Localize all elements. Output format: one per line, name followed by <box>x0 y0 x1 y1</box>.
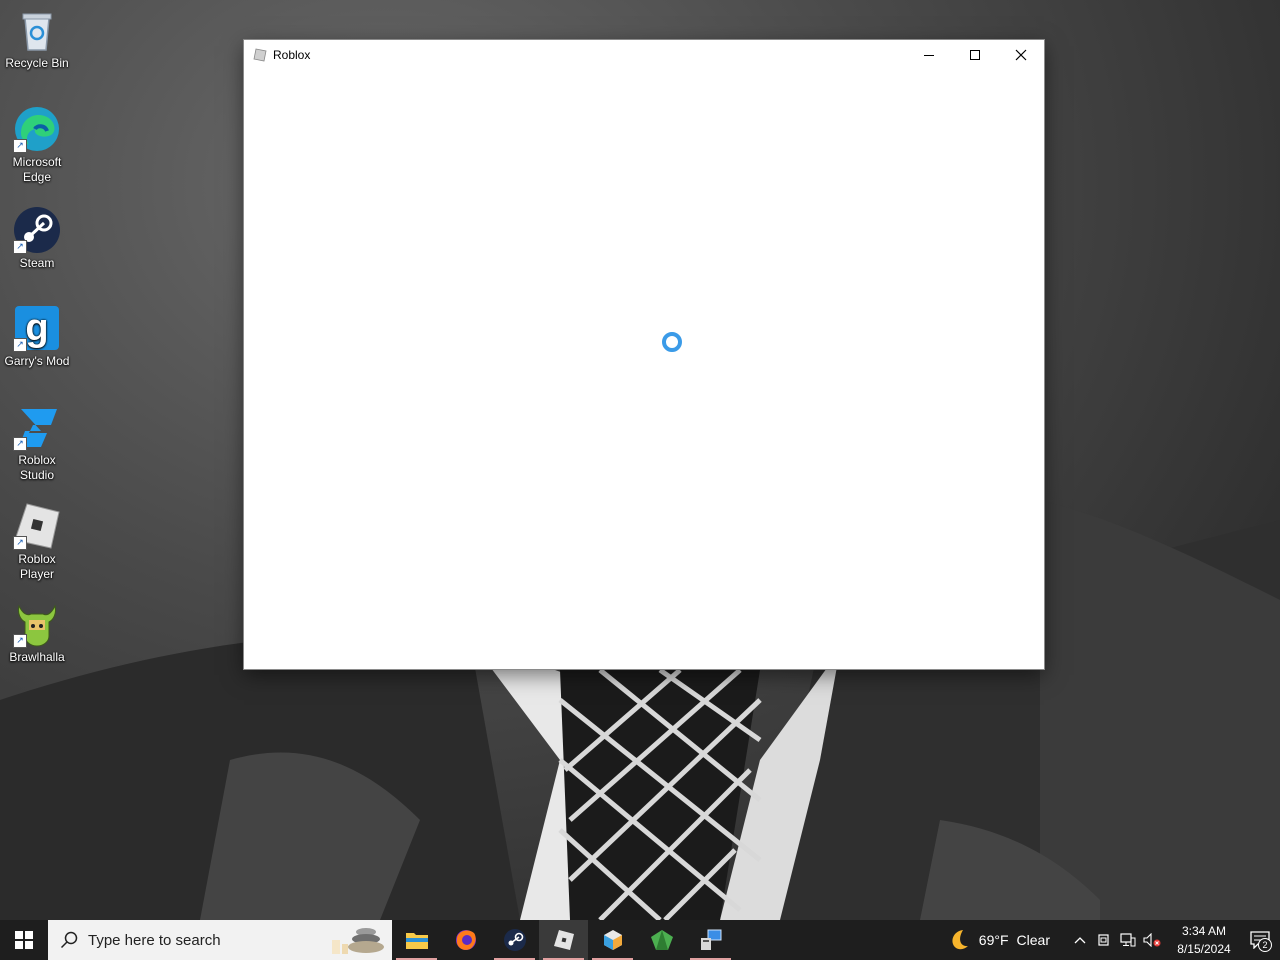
taskbar-clock[interactable]: 3:34 AM 8/15/2024 <box>1168 922 1240 958</box>
steam-icon: ↗ <box>13 206 61 254</box>
shortcut-arrow-icon: ↗ <box>13 437 27 451</box>
taskbar-roblox-player[interactable] <box>539 920 588 960</box>
search-icon <box>60 931 78 949</box>
clock-time: 3:34 AM <box>1181 924 1227 938</box>
weather-temperature: 69°F <box>978 932 1009 948</box>
shortcut-arrow-icon: ↗ <box>13 536 27 550</box>
close-icon <box>1015 49 1027 61</box>
chevron-up-icon <box>1074 937 1086 944</box>
volume-muted-icon <box>1143 933 1161 947</box>
search-highlight-image-icon <box>332 928 384 954</box>
desktop-icon-label: Microsoft Edge <box>12 155 62 184</box>
computer-management-icon <box>700 929 721 950</box>
desktop-icon-roblox-player[interactable]: ↗ Roblox Player <box>2 502 72 582</box>
desktop-icon-garrys-mod[interactable]: g ↗ Garry's Mod <box>2 304 72 369</box>
edge-icon: ↗ <box>13 105 61 153</box>
desktop-icon-label: Brawlhalla <box>9 650 65 664</box>
taskbar-firefox[interactable] <box>441 920 490 960</box>
start-button[interactable] <box>0 920 48 960</box>
clock-date: 8/15/2024 <box>1177 942 1231 956</box>
windows-logo-icon <box>15 931 33 949</box>
green-gem-icon <box>650 930 673 950</box>
device-icon <box>1098 934 1109 946</box>
maximize-button[interactable] <box>952 40 998 70</box>
weather-widget[interactable]: 69°F Clear <box>947 928 1050 952</box>
window-titlebar[interactable]: Roblox <box>244 40 1044 70</box>
tray-device-button[interactable] <box>1092 920 1116 960</box>
cube-app-icon <box>603 930 622 950</box>
shortcut-arrow-icon: ↗ <box>13 338 27 352</box>
desktop-icon-label: Steam <box>19 256 55 270</box>
search-placeholder: Type here to search <box>88 931 221 949</box>
garrys-mod-icon: g ↗ <box>13 304 61 352</box>
loading-spinner-icon <box>662 332 682 352</box>
network-icon <box>1120 933 1136 947</box>
show-hidden-icons-button[interactable] <box>1068 920 1092 960</box>
desktop-icon-label: Roblox Player <box>18 552 56 581</box>
steam-icon <box>503 929 526 951</box>
roblox-player-icon <box>553 930 574 950</box>
desktop-icon-brawlhalla[interactable]: ↗ Brawlhalla <box>2 600 72 665</box>
moon-icon <box>952 930 968 950</box>
taskbar-roblox-studio[interactable] <box>588 920 637 960</box>
action-center-button[interactable]: 2 <box>1240 920 1280 960</box>
shortcut-arrow-icon: ↗ <box>13 634 27 648</box>
shortcut-arrow-icon: ↗ <box>13 240 27 254</box>
system-tray: 69°F Clear 3:34 AM 8/15/2024 2 <box>947 920 1280 960</box>
firefox-icon <box>455 930 476 950</box>
desktop-icon-label: Recycle Bin <box>5 56 69 70</box>
taskbar-green-gem-app[interactable] <box>637 920 686 960</box>
taskbar-search-box[interactable]: Type here to search <box>48 920 392 960</box>
roblox-window[interactable]: Roblox <box>244 40 1044 669</box>
desktop-icon-roblox-studio[interactable]: ↗ Roblox Studio <box>2 403 72 483</box>
maximize-icon <box>970 50 980 60</box>
close-button[interactable] <box>998 40 1044 70</box>
brawlhalla-icon: ↗ <box>13 600 61 648</box>
file-explorer-icon <box>405 933 428 949</box>
desktop-icon-label: Roblox Studio <box>18 453 56 482</box>
notification-count-badge: 2 <box>1258 938 1272 952</box>
desktop-icon-label: Garry's Mod <box>4 354 70 368</box>
taskbar-task-manager[interactable] <box>686 920 735 960</box>
svg-text:g: g <box>25 307 48 349</box>
taskbar-steam[interactable] <box>490 920 539 960</box>
taskbar: Type here to search 69°F Clear 3:34 AM 8… <box>0 920 1280 960</box>
recycle-bin-icon <box>13 6 61 54</box>
roblox-studio-icon: ↗ <box>13 403 61 451</box>
weather-condition: Clear <box>1016 932 1050 948</box>
minimize-icon <box>924 55 934 56</box>
desktop-icon-microsoft-edge[interactable]: ↗ Microsoft Edge <box>2 105 72 185</box>
volume-button[interactable] <box>1140 920 1164 960</box>
desktop-icon-recycle-bin[interactable]: Recycle Bin <box>2 6 72 71</box>
roblox-app-icon <box>253 48 267 62</box>
minimize-button[interactable] <box>906 40 952 70</box>
network-button[interactable] <box>1116 920 1140 960</box>
roblox-player-icon: ↗ <box>13 502 61 550</box>
taskbar-file-explorer[interactable] <box>392 920 441 960</box>
window-title: Roblox <box>273 48 311 62</box>
shortcut-arrow-icon: ↗ <box>13 139 27 153</box>
desktop-icon-steam[interactable]: ↗ Steam <box>2 206 72 271</box>
